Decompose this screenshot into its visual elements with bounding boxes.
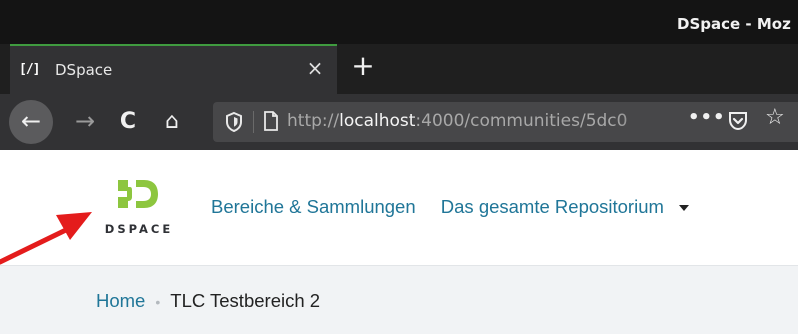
url-fade xyxy=(613,102,683,142)
breadcrumb: Home • TLC Testbereich 2 xyxy=(96,290,320,312)
tracking-protection-shield-icon[interactable] xyxy=(225,111,243,133)
tab-dspace[interactable]: [/] DSpace × xyxy=(10,44,337,94)
forward-button[interactable]: → xyxy=(70,104,100,140)
breadcrumb-current: TLC Testbereich 2 xyxy=(170,290,321,311)
nav-communities-collections[interactable]: Bereiche & Sammlungen xyxy=(211,196,416,217)
url-scheme: http:// xyxy=(287,111,340,131)
address-bar[interactable]: http://localhost:4000/communities/5dc0 •… xyxy=(213,102,798,142)
page-content: DSPACE Bereiche & Sammlungen Das gesamte… xyxy=(0,150,798,334)
dspace-logo[interactable]: DSPACE xyxy=(94,176,184,242)
close-tab-icon[interactable]: × xyxy=(302,55,328,81)
reload-button[interactable]: C xyxy=(113,104,143,140)
page-actions-menu-icon[interactable]: ••• xyxy=(688,107,726,128)
dspace-favicon-icon: [/] xyxy=(19,62,41,77)
new-tab-button[interactable]: + xyxy=(348,51,378,81)
tab-title: DSpace xyxy=(55,61,113,79)
url-path: :4000/communities/5dc0 xyxy=(415,111,628,131)
back-button[interactable]: ← xyxy=(9,100,53,144)
dspace-logo-text: DSPACE xyxy=(104,222,174,236)
url-separator xyxy=(253,111,254,133)
site-header: DSPACE Bereiche & Sammlungen Das gesamte… xyxy=(0,150,798,265)
pocket-icon[interactable] xyxy=(727,110,749,132)
navigation-toolbar: ← → C ⌂ http://localhost:4000/communitie… xyxy=(0,94,798,150)
breadcrumb-bar: Home • TLC Testbereich 2 xyxy=(0,265,798,334)
url-host: localhost xyxy=(339,111,416,131)
tab-strip: [/] DSpace × + xyxy=(0,44,798,94)
main-navigation: Bereiche & Sammlungen Das gesamte Reposi… xyxy=(211,196,690,218)
url-text[interactable]: http://localhost:4000/communities/5dc0 xyxy=(287,111,627,131)
bookmark-star-icon[interactable]: ☆ xyxy=(765,105,785,130)
nav-browse-repository[interactable]: Das gesamte Repositorium xyxy=(441,196,664,217)
dspace-logo-icon xyxy=(118,180,158,208)
window-titlebar: DSpace - Moz xyxy=(0,0,798,44)
breadcrumb-separator: • xyxy=(155,294,161,310)
window-title: DSpace - Moz xyxy=(677,15,791,33)
chevron-down-icon[interactable] xyxy=(679,205,690,212)
home-button[interactable]: ⌂ xyxy=(157,105,187,139)
page-info-icon[interactable] xyxy=(263,111,279,131)
breadcrumb-home-link[interactable]: Home xyxy=(96,290,145,311)
